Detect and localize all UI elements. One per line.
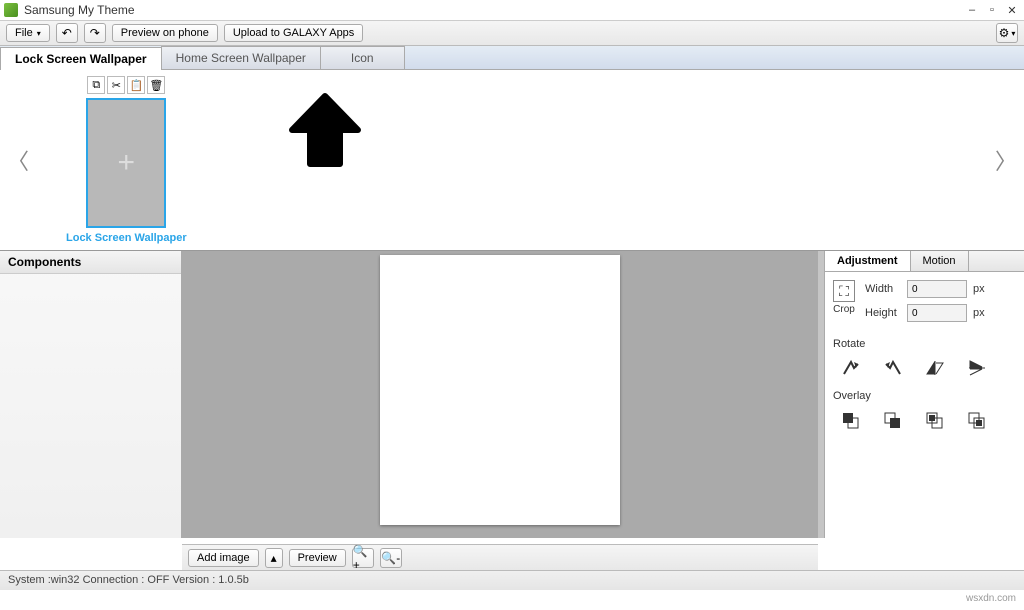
footer: wsxdn.com (0, 590, 1024, 610)
rotate-ccw-icon[interactable] (879, 356, 907, 380)
copy-icon[interactable]: ⧉ (87, 76, 105, 94)
preview-on-phone-button[interactable]: Preview on phone (112, 24, 218, 42)
unit-label: px (973, 283, 985, 295)
delete-icon[interactable]: 🗑 (147, 76, 165, 94)
annotation-arrow-icon (280, 90, 370, 170)
window-title: Samsung My Theme (24, 3, 135, 17)
redo-button[interactable]: ↷ (84, 23, 106, 43)
maximize-button[interactable]: ▫ (984, 3, 1000, 17)
tab-lock-screen[interactable]: Lock Screen Wallpaper (0, 47, 162, 70)
thumbnail-add[interactable]: + (86, 98, 166, 228)
width-input[interactable] (907, 280, 967, 298)
tab-home-screen[interactable]: Home Screen Wallpaper (161, 46, 321, 69)
add-image-dropdown[interactable]: ▴ (265, 548, 283, 568)
tab-motion[interactable]: Motion (911, 251, 969, 271)
canvas-toolbar: Add image ▴ Preview 🔍+ 🔍- (182, 544, 818, 570)
unit-label: px (973, 307, 985, 319)
preview-button[interactable]: Preview (289, 549, 346, 567)
width-label: Width (865, 283, 901, 295)
height-label: Height (865, 307, 901, 319)
undo-button[interactable]: ↶ (56, 23, 78, 43)
send-backward-icon[interactable] (921, 408, 949, 432)
footer-text: wsxdn.com (966, 593, 1016, 604)
bring-forward-icon[interactable] (879, 408, 907, 432)
rotate-cw-icon[interactable] (837, 356, 865, 380)
close-button[interactable]: ✕ (1004, 3, 1020, 17)
zoom-out-button[interactable]: 🔍- (380, 548, 402, 568)
properties-panel: Adjustment Motion ⛶ Crop Width px Height (824, 251, 1024, 538)
main-toolbar: File ↶ ↷ Preview on phone Upload to GALA… (0, 20, 1024, 46)
carousel: 〈 ⧉ ✂ 📋 🗑 + Lock Screen Wallpaper 〉 (0, 70, 1024, 250)
editor-canvas[interactable] (380, 255, 620, 525)
thumbnail-label[interactable]: Lock Screen Wallpaper (66, 232, 187, 244)
height-input[interactable] (907, 304, 967, 322)
overlay-tools (833, 408, 1016, 432)
status-text: System :win32 Connection : OFF Version :… (8, 574, 249, 586)
main-tabs: Lock Screen Wallpaper Home Screen Wallpa… (0, 46, 1024, 70)
crop-group: ⛶ Crop (833, 280, 855, 315)
minimize-button[interactable]: – (964, 3, 980, 17)
properties-tabs: Adjustment Motion (825, 251, 1024, 272)
crop-icon[interactable]: ⛶ (833, 280, 855, 302)
canvas-area (182, 251, 818, 538)
tab-adjustment[interactable]: Adjustment (825, 251, 911, 271)
overlay-label: Overlay (833, 390, 1016, 402)
upload-galaxy-button[interactable]: Upload to GALAXY Apps (224, 24, 364, 42)
flip-vertical-icon[interactable] (963, 356, 991, 380)
cut-icon[interactable]: ✂ (107, 76, 125, 94)
flip-horizontal-icon[interactable] (921, 356, 949, 380)
title-bar: Samsung My Theme – ▫ ✕ (0, 0, 1024, 20)
window-controls: – ▫ ✕ (964, 3, 1020, 17)
components-header: Components (0, 251, 181, 274)
settings-button[interactable]: ⚙▾ (996, 23, 1018, 43)
properties-body: ⛶ Crop Width px Height px Rotat (825, 272, 1024, 440)
bring-front-icon[interactable] (837, 408, 865, 432)
thumbnail-group: ⧉ ✂ 📋 🗑 + Lock Screen Wallpaper (66, 76, 187, 244)
thumbnail-toolbar: ⧉ ✂ 📋 🗑 (87, 76, 165, 94)
app-icon (4, 3, 18, 17)
rotate-label: Rotate (833, 338, 1016, 350)
status-bar: System :win32 Connection : OFF Version :… (0, 570, 1024, 590)
tab-icon[interactable]: Icon (320, 46, 405, 69)
lower-workspace: Components Adjustment Motion ⛶ Crop Widt… (0, 250, 1024, 538)
carousel-prev-button[interactable]: 〈 (0, 144, 36, 176)
components-panel: Components (0, 251, 182, 538)
crop-label: Crop (833, 304, 855, 315)
add-image-button[interactable]: Add image (188, 549, 259, 567)
zoom-in-button[interactable]: 🔍+ (352, 548, 374, 568)
carousel-next-button[interactable]: 〉 (988, 144, 1024, 176)
paste-icon[interactable]: 📋 (127, 76, 145, 94)
file-menu-button[interactable]: File (6, 24, 50, 42)
send-back-icon[interactable] (963, 408, 991, 432)
rotate-tools (833, 356, 1016, 380)
